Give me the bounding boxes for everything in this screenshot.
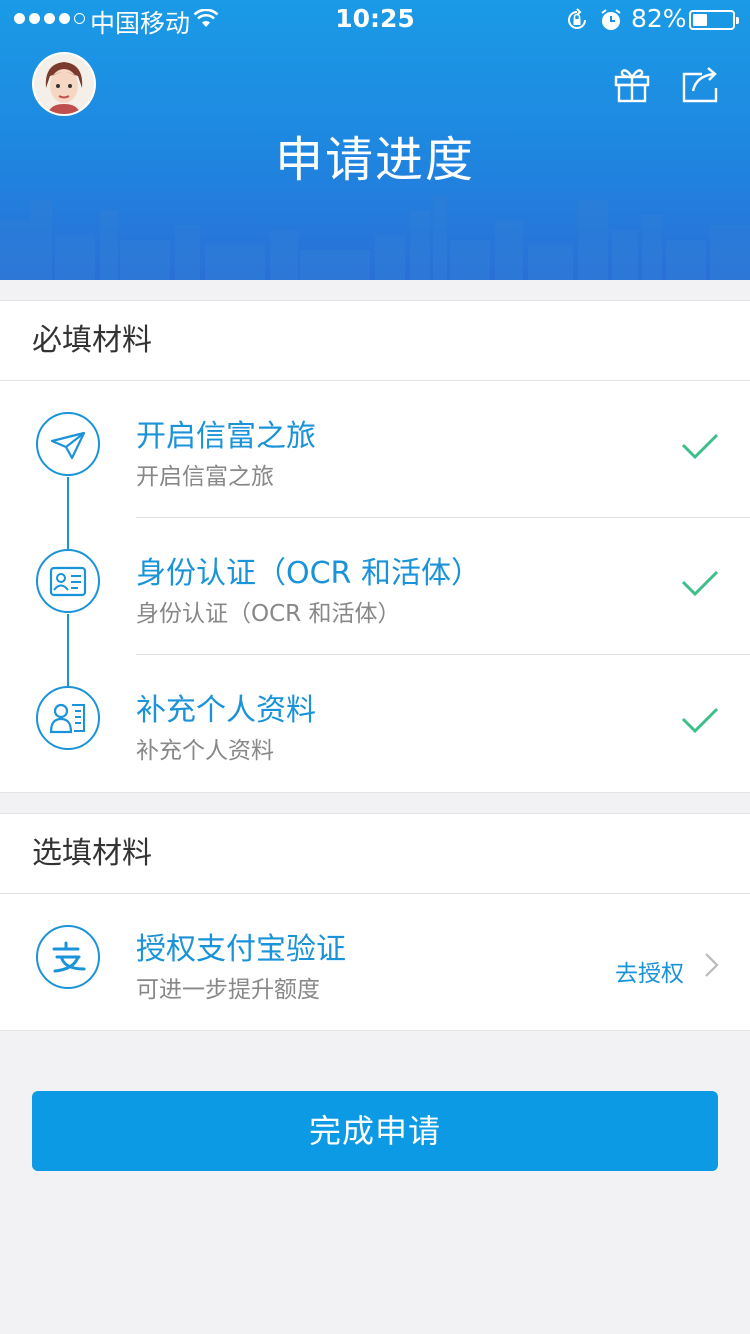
- avatar[interactable]: [32, 52, 96, 116]
- paper-plane-icon: [36, 412, 100, 476]
- battery-icon: [689, 10, 739, 30]
- list-item[interactable]: 身份认证（OCR 和活体） 身份认证（OCR 和活体）: [0, 518, 750, 655]
- list-item[interactable]: 授权支付宝验证 可进一步提升额度 去授权: [0, 894, 750, 1031]
- item-title: 授权支付宝验证: [136, 932, 346, 967]
- share-icon[interactable]: [680, 64, 720, 104]
- item-title: 身份认证（OCR 和活体）: [136, 556, 481, 591]
- item-title: 补充个人资料: [136, 693, 316, 728]
- battery-percent: 82%: [631, 4, 687, 33]
- alipay-icon: [36, 925, 100, 989]
- id-card-icon: [36, 549, 100, 613]
- item-subtitle: 可进一步提升额度: [136, 977, 320, 1003]
- battery-level: [693, 14, 707, 26]
- optional-section: 选填材料 授权支付宝验证 可进一步提升额度 去授权: [0, 813, 750, 1031]
- alarm-icon: [601, 9, 621, 30]
- submit-button[interactable]: 完成申请: [32, 1091, 718, 1171]
- check-icon: [681, 433, 719, 460]
- item-subtitle: 身份认证（OCR 和活体）: [136, 601, 401, 627]
- rotation-lock-icon: [568, 8, 586, 29]
- list-item[interactable]: 补充个人资料 补充个人资料: [0, 655, 750, 792]
- profile-icon: [36, 686, 100, 750]
- page-title: 申请进度: [274, 132, 475, 188]
- check-icon: [681, 570, 719, 597]
- status-bar: 中国移动 10:25 82%: [0, 0, 750, 40]
- avatar-illustration: [34, 54, 94, 114]
- section-title: 必填材料: [0, 301, 750, 381]
- item-subtitle: 开启信富之旅: [136, 464, 274, 490]
- section-title: 选填材料: [0, 814, 750, 894]
- gift-icon[interactable]: [612, 64, 652, 104]
- required-section: 必填材料 开启信富之旅 开启信富之旅 身份认证（OCR 和活体） 身份认证（OC…: [0, 300, 750, 793]
- item-subtitle: 补充个人资料: [136, 738, 274, 764]
- authorize-link[interactable]: 去授权: [615, 954, 684, 988]
- chevron-right-icon[interactable]: [704, 952, 720, 978]
- item-title: 开启信富之旅: [136, 419, 316, 454]
- header: 中国移动 10:25 82% 申请进度: [0, 0, 750, 280]
- list-item[interactable]: 开启信富之旅 开启信富之旅: [0, 381, 750, 518]
- check-icon: [681, 707, 719, 734]
